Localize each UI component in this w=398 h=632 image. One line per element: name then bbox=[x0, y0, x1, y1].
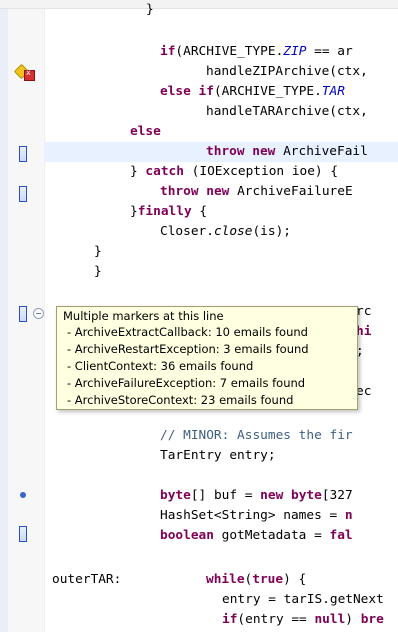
keyword: if bbox=[198, 84, 214, 99]
keyword: else bbox=[160, 84, 191, 99]
code-fragment: hi bbox=[356, 322, 371, 342]
keyword: n bbox=[344, 508, 353, 523]
code-comment: // MINOR: Assumes the fir bbox=[160, 426, 353, 446]
tooltip-item: - ArchiveExtractCallback: 10 emails foun… bbox=[67, 325, 308, 339]
code-line: if(ARCHIVE_TYPE.ZIP == ar bbox=[160, 42, 353, 62]
tooltip-item: - ArchiveFailureException: 7 emails foun… bbox=[67, 376, 306, 390]
code-fragment: ec bbox=[356, 382, 371, 402]
comment-text: // MINOR: Assumes the fir bbox=[160, 428, 353, 443]
code-line: handleTARArchive(ctx, bbox=[206, 102, 368, 122]
code-text: ec bbox=[356, 384, 372, 399]
code-line: HashSet<String> names = n bbox=[160, 506, 353, 526]
code-text: gotMetadata = bbox=[213, 528, 330, 543]
code-text: Closer. bbox=[160, 224, 214, 239]
code-text: [] buf = bbox=[190, 488, 261, 503]
code-text: entry = tarIS.getNext bbox=[222, 592, 384, 607]
keyword: true bbox=[252, 572, 284, 587]
code-line: byte[] buf = new byte[327 bbox=[160, 486, 353, 506]
code-text: } bbox=[94, 244, 102, 259]
keyword: boolean bbox=[160, 528, 214, 543]
code-line: } bbox=[94, 242, 102, 262]
code-line: } bbox=[146, 0, 154, 20]
code-fragment: rc bbox=[356, 302, 371, 322]
keyword: throw bbox=[206, 144, 245, 159]
code-text: [327 bbox=[321, 488, 353, 503]
tooltip-item: - ArchiveStoreContext: 23 emails found bbox=[67, 393, 294, 407]
keyword: if bbox=[160, 44, 176, 59]
keyword: catch bbox=[145, 164, 184, 179]
error-icon[interactable] bbox=[24, 68, 35, 81]
keyword: throw bbox=[160, 184, 199, 199]
code-text: (IOException ioe) { bbox=[183, 164, 339, 179]
code-line: entry = tarIS.getNext bbox=[222, 590, 384, 610]
keyword: finally bbox=[137, 204, 192, 219]
code-line: else if(ARCHIVE_TYPE.TAR bbox=[160, 82, 345, 102]
code-line: throw new ArchiveFailureE bbox=[160, 182, 353, 202]
code-line: TarEntry entry; bbox=[160, 446, 276, 466]
code-text: rc bbox=[356, 304, 372, 319]
code-text: ) { bbox=[283, 572, 307, 587]
keyword: while bbox=[206, 572, 245, 587]
bookmark-icon[interactable] bbox=[19, 186, 27, 202]
tooltip-item: - ClientContext: 36 emails found bbox=[67, 359, 254, 373]
keyword: hi bbox=[356, 324, 372, 339]
code-line: }finally { bbox=[130, 202, 207, 222]
tooltip-item: - ArchiveRestartException: 3 emails foun… bbox=[67, 342, 309, 356]
code-line: } bbox=[94, 262, 102, 282]
code-text: HashSet<String> names = bbox=[160, 508, 345, 523]
code-text: (ARCHIVE_TYPE. bbox=[213, 84, 322, 99]
static-method: close bbox=[213, 224, 253, 239]
keyword: bre bbox=[360, 612, 384, 627]
code-line: handleZIPArchive(ctx, bbox=[206, 62, 368, 82]
code-text: } bbox=[94, 264, 102, 279]
keyword: null bbox=[314, 612, 346, 627]
keyword: else bbox=[130, 124, 161, 139]
code-line: while(true) { bbox=[206, 570, 306, 590]
code-text: (ARCHIVE_TYPE. bbox=[175, 44, 284, 59]
keyword: new bbox=[206, 184, 230, 199]
bookmark-icon[interactable] bbox=[19, 306, 27, 322]
label-text: outerTAR: bbox=[52, 572, 122, 587]
tooltip-title: Multiple markers at this line bbox=[63, 309, 224, 323]
code-text: handleTARArchive(ctx, bbox=[206, 104, 368, 119]
keyword: byte bbox=[291, 488, 322, 503]
code-text: handleZIPArchive(ctx, bbox=[206, 64, 368, 79]
code-text: ) bbox=[345, 612, 361, 627]
code-text: } bbox=[146, 2, 154, 17]
code-text: (is); bbox=[252, 224, 291, 239]
code-label: outerTAR: bbox=[52, 570, 121, 590]
markers-tooltip: Multiple markers at this line - ArchiveE… bbox=[56, 306, 358, 410]
field: ZIP bbox=[283, 44, 307, 59]
keyword: byte bbox=[160, 488, 191, 503]
collapse-fold-icon[interactable] bbox=[33, 308, 44, 319]
code-text: (entry == bbox=[237, 612, 315, 627]
keyword: new bbox=[260, 488, 284, 503]
code-line: else bbox=[130, 122, 161, 142]
code-line: boolean gotMetadata = fal bbox=[160, 526, 353, 546]
code-text: } bbox=[130, 164, 146, 179]
code-line: } catch (IOException ioe) { bbox=[130, 162, 338, 182]
bookmark-icon[interactable] bbox=[19, 526, 27, 542]
breakpoint-dot-icon[interactable] bbox=[20, 492, 26, 498]
code-editor-window: } if(ARCHIVE_TYPE.ZIP == ar handleZIPArc… bbox=[0, 0, 398, 632]
code-text: } bbox=[130, 204, 138, 219]
code-text: == ar bbox=[306, 44, 353, 59]
bookmark-icon[interactable] bbox=[19, 146, 27, 162]
code-text: { bbox=[191, 204, 208, 219]
ruler-strip bbox=[0, 0, 8, 632]
field: TAR bbox=[321, 84, 345, 99]
keyword: new bbox=[252, 144, 276, 159]
code-text: ArchiveFail bbox=[275, 144, 368, 159]
keyword: if bbox=[222, 612, 238, 627]
code-text: ArchiveFailureE bbox=[229, 184, 353, 199]
keyword: fal bbox=[329, 528, 353, 543]
code-text: TarEntry entry; bbox=[160, 448, 276, 463]
code-line: Closer.close(is); bbox=[160, 222, 291, 242]
code-line: throw new ArchiveFail bbox=[206, 142, 368, 162]
code-line: if(entry == null) bre bbox=[222, 610, 384, 630]
